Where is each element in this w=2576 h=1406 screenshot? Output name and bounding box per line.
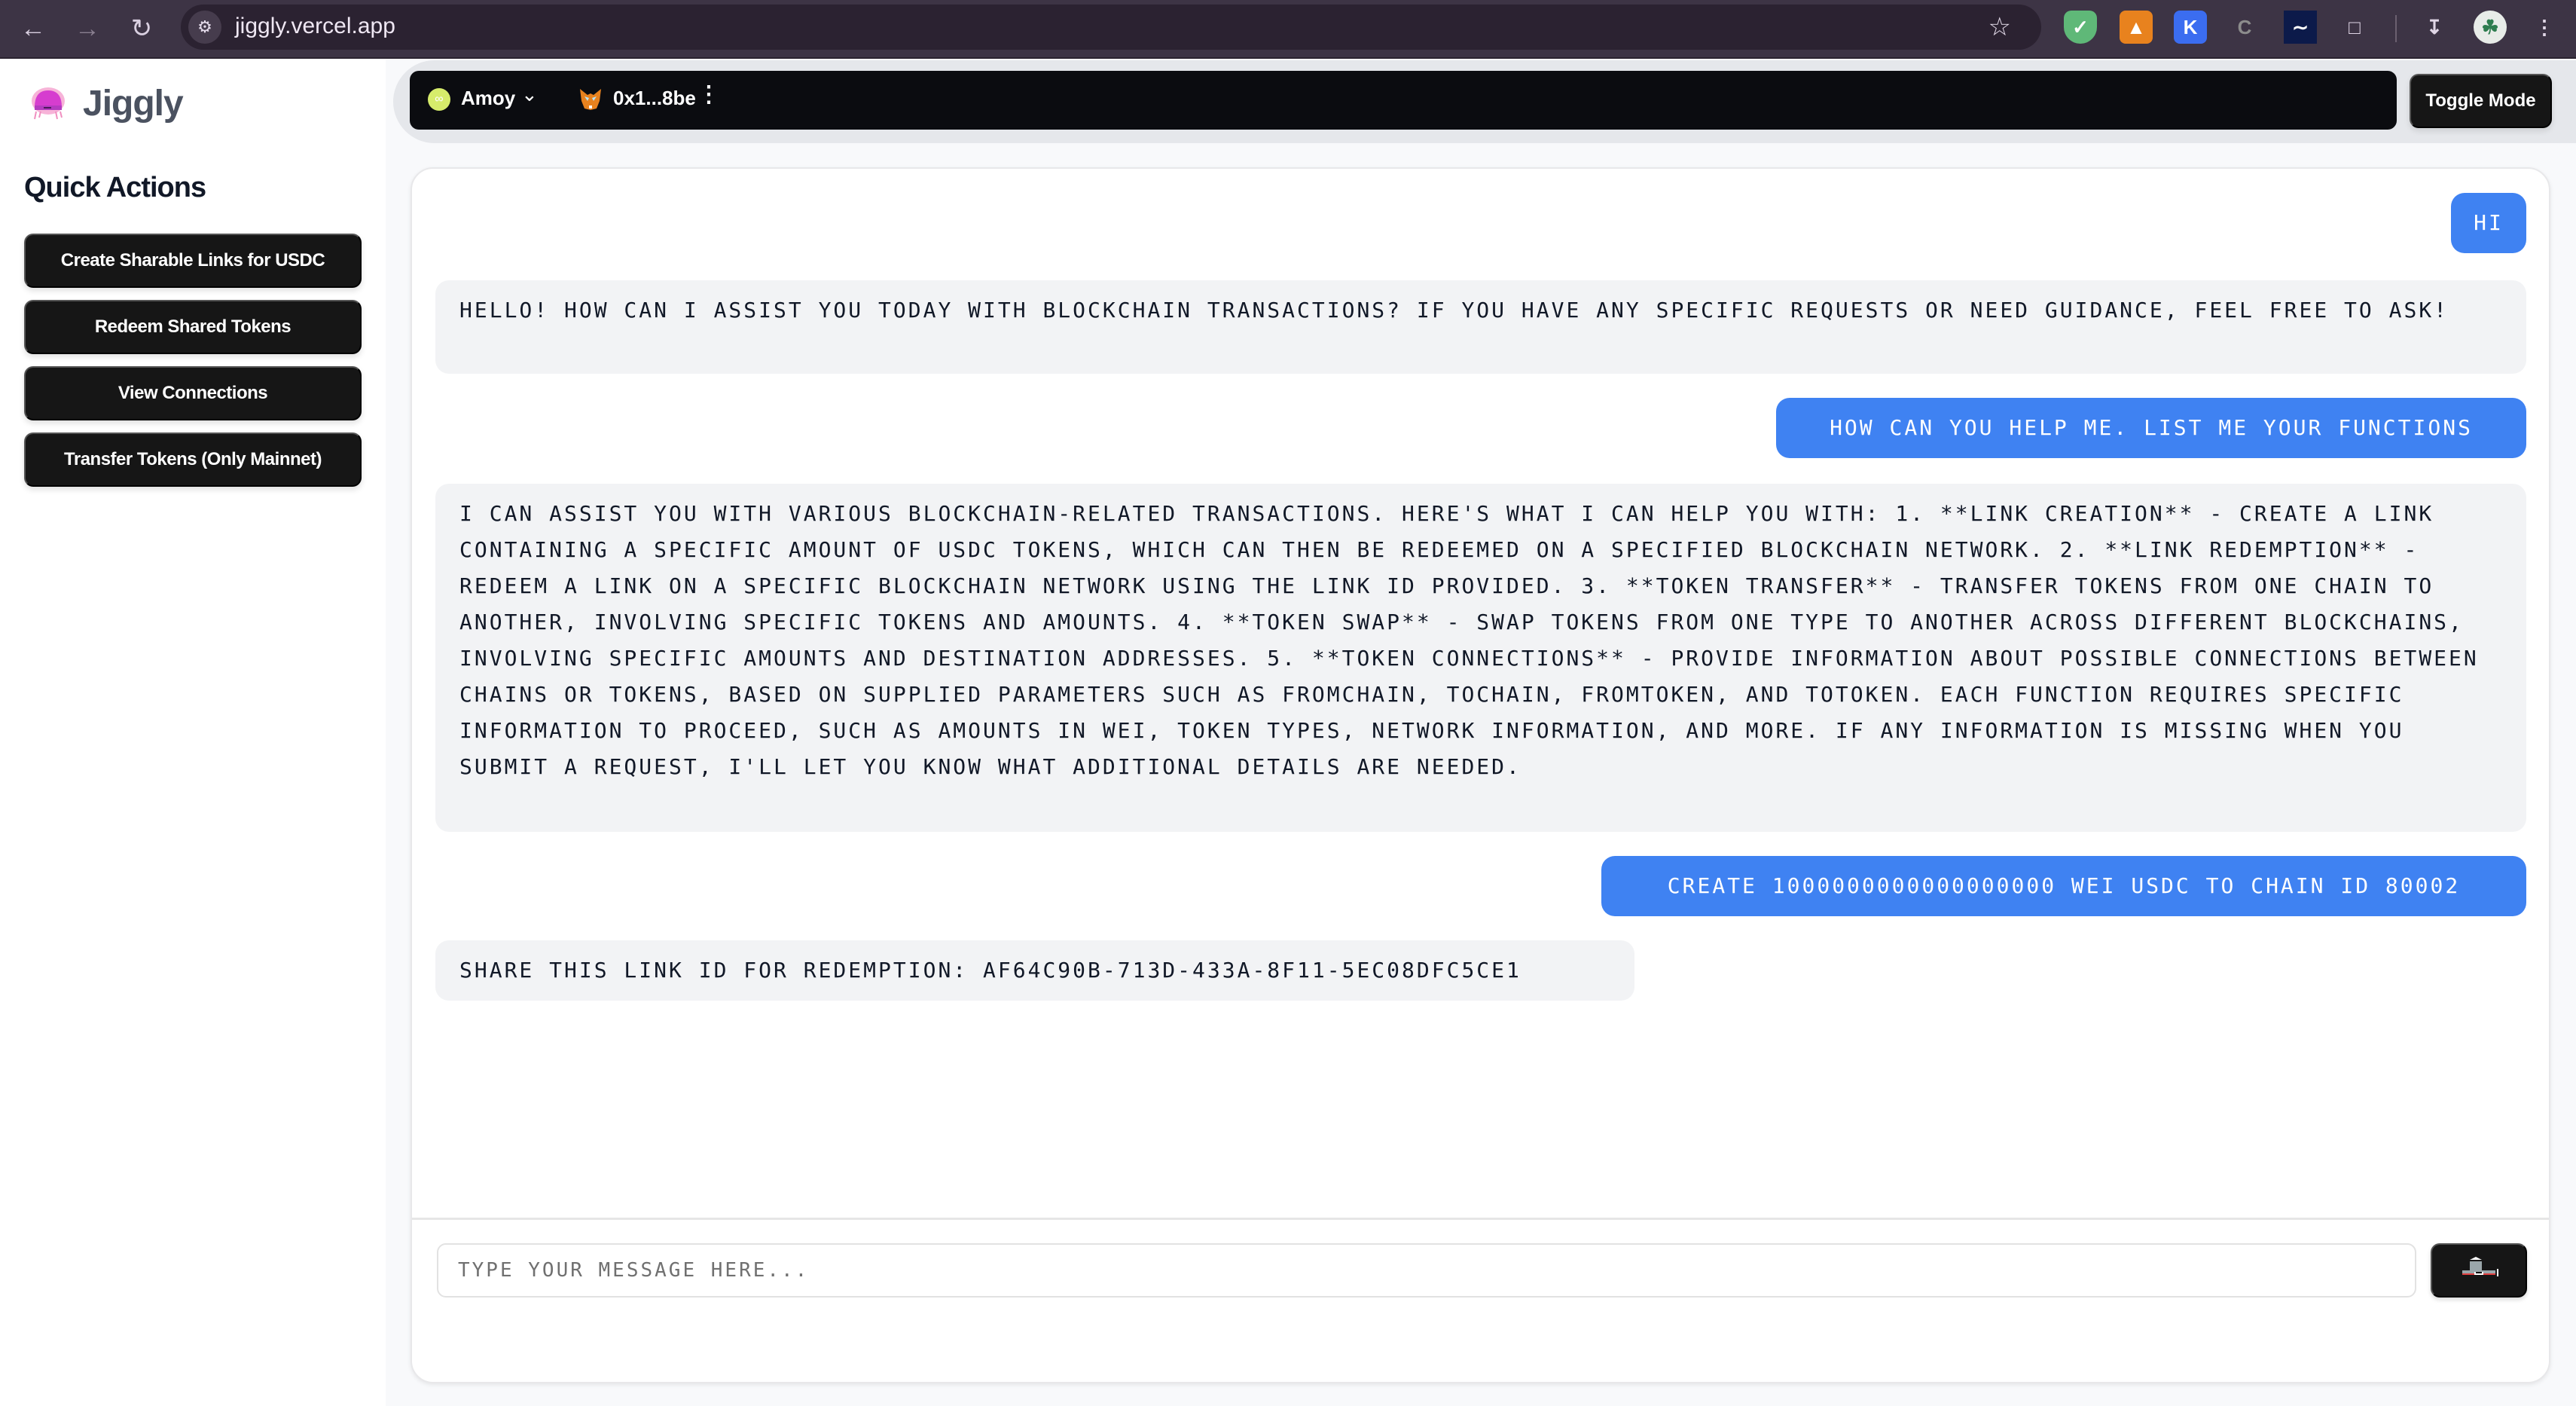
back-icon[interactable]: ← [15,11,51,47]
sidebar: Jiggly Quick Actions Create Sharable Lin… [0,59,386,1406]
account-address[interactable]: 0x1...8be [613,87,696,110]
account-menu-icon[interactable]: ⋮ [697,81,720,108]
k-extension-icon[interactable]: K [2174,11,2207,44]
user-message: How can you help me. List me your functi… [1776,398,2526,458]
polygon-chain-icon[interactable]: ∞ [428,88,450,111]
reload-icon[interactable]: ↻ [124,11,160,47]
assistant-message: Hello! How can I assist you today with b… [435,280,2526,374]
quick-actions-title: Quick Actions [24,172,206,203]
url-text[interactable]: jiggly.vercel.app [235,14,395,39]
c-extension-icon[interactable]: C [2228,11,2261,44]
transfer-tokens-button[interactable]: Transfer Tokens (Only Mainnet) [24,432,362,487]
metamask-icon[interactable]: ▲ [2120,11,2153,44]
chart-extension-icon[interactable]: ∼ [2284,11,2317,44]
composer-divider [412,1218,2549,1220]
forward-icon[interactable]: → [69,11,105,47]
toggle-mode-button[interactable]: Toggle Mode [2410,74,2552,128]
redeem-shared-tokens-button[interactable]: Redeem Shared Tokens [24,300,362,354]
toolbar-divider [2395,15,2397,42]
browser-menu-icon[interactable]: ⋮ [2528,11,2561,44]
site-settings-icon[interactable]: ⚙ [188,11,221,44]
message-input[interactable] [437,1243,2416,1297]
address-bar[interactable]: ⚙ jiggly.vercel.app ☆ [181,5,2041,50]
send-button[interactable] [2431,1243,2527,1297]
metamask-fox-icon[interactable] [578,87,603,112]
profile-avatar-icon[interactable]: ☘ [2474,11,2507,44]
jellyfish-logo-icon [32,87,65,120]
chain-selector[interactable]: Amoy [461,87,515,110]
user-message: HI [2451,193,2526,253]
bookmark-star-icon[interactable]: ☆ [1988,12,2011,42]
adguard-icon[interactable]: ✓ [2064,11,2097,44]
view-connections-button[interactable]: View Connections [24,366,362,420]
user-message: Create 1000000000000000000 wei USDC to c… [1601,856,2526,916]
chat-panel: HI Hello! How can I assist you today wit… [411,167,2550,1383]
assistant-message: I can assist you with various blockchain… [435,484,2526,832]
wallet-bar: ∞ Amoy ⌄ 0x1...8be ⋮ [410,71,2397,130]
browser-toolbar: ← → ↻ ⚙ jiggly.vercel.app ☆ ✓ ▲ K C ∼ □ … [0,0,2576,59]
download-icon[interactable]: ↧ [2418,11,2451,44]
chevron-down-icon[interactable]: ⌄ [521,83,538,106]
brand-name: Jiggly [83,84,184,124]
send-plane-icon [2462,1257,2498,1276]
create-sharable-links-button[interactable]: Create Sharable Links for USDC [24,234,362,288]
extensions-puzzle-icon[interactable]: □ [2338,11,2371,44]
assistant-message: Share this link ID for redemption: af64c… [435,940,1634,1001]
